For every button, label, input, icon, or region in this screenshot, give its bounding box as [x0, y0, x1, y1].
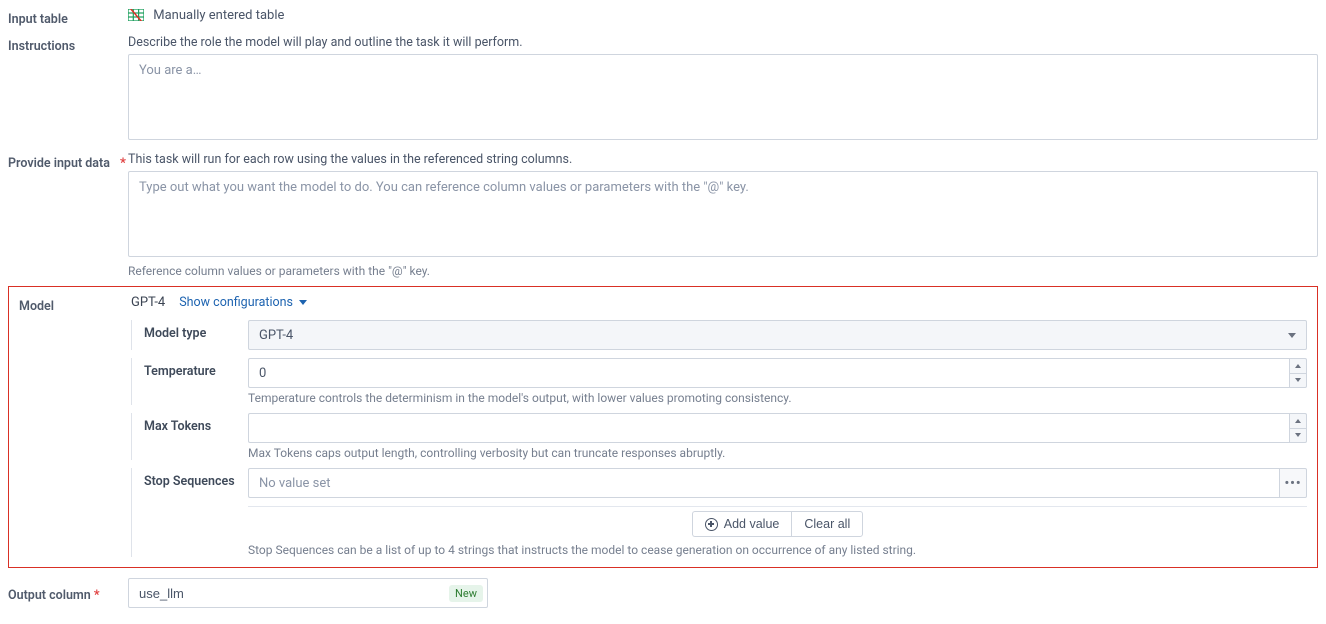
label-model-type: Model type	[144, 320, 248, 341]
config-row-model-type: Model type GPT-4	[131, 320, 1307, 350]
show-configurations-link[interactable]: Show configurations	[179, 295, 307, 310]
model-name: GPT-4	[131, 295, 165, 310]
stop-sequences-input[interactable]: No value set	[248, 468, 1279, 498]
stop-seq-actions: Add value Clear all	[692, 511, 863, 537]
chevron-up-icon	[1295, 364, 1301, 368]
required-mark: *	[94, 588, 100, 603]
row-input-data: Provide input data * This task will run …	[8, 152, 1318, 278]
config-row-stop-sequences: Stop Sequences No value set •••	[131, 468, 1307, 557]
temperature-input[interactable]: 0	[248, 358, 1289, 388]
add-value-button[interactable]: Add value	[692, 511, 792, 537]
ellipsis-icon: •••	[1284, 476, 1301, 491]
max-tokens-step-down[interactable]	[1289, 428, 1307, 444]
label-output-column: Output column	[8, 588, 91, 603]
chevron-down-icon	[1295, 378, 1301, 382]
output-column-input[interactable]	[139, 586, 449, 601]
clear-all-button[interactable]: Clear all	[791, 511, 863, 537]
row-output-column: Output column * New	[8, 578, 1318, 608]
label-stop-sequences: Stop Sequences	[144, 468, 248, 489]
required-mark: *	[120, 156, 126, 171]
show-config-label: Show configurations	[179, 295, 293, 310]
model-type-select[interactable]: GPT-4	[248, 320, 1307, 350]
output-column-field[interactable]: New	[128, 578, 488, 608]
input-table-value-wrap: Manually entered table	[128, 8, 1318, 25]
instructions-description: Describe the role the model will play an…	[128, 35, 1318, 50]
max-tokens-step-up[interactable]	[1289, 413, 1307, 428]
label-max-tokens: Max Tokens	[144, 413, 248, 434]
input-table-value: Manually entered table	[153, 8, 284, 23]
chevron-up-icon	[1295, 419, 1301, 423]
temperature-helper: Temperature controls the determinism in …	[248, 391, 1307, 405]
input-data-description: This task will run for each row using th…	[128, 152, 1318, 167]
config-row-temperature: Temperature 0 Temperature controls the d…	[131, 358, 1307, 405]
row-instructions: Instructions Describe the role the model…	[8, 35, 1318, 144]
row-input-table: Input table Manually entered table	[8, 8, 1318, 27]
instructions-textarea[interactable]	[128, 54, 1318, 140]
stop-sequences-helper: Stop Sequences can be a list of up to 4 …	[248, 543, 1307, 557]
config-row-max-tokens: Max Tokens Max Tokens caps output length…	[131, 413, 1307, 460]
label-temperature: Temperature	[144, 358, 248, 379]
model-section: Model GPT-4 Show configurations Model ty…	[8, 286, 1318, 568]
label-instructions: Instructions	[8, 35, 120, 54]
label-input-data: Provide input data	[8, 152, 120, 171]
caret-down-icon	[299, 300, 307, 305]
max-tokens-helper: Max Tokens caps output length, controlli…	[248, 446, 1307, 460]
stop-sequences-more-button[interactable]: •••	[1279, 468, 1307, 498]
chevron-down-icon	[1295, 433, 1301, 437]
label-model: Model	[19, 295, 123, 314]
temperature-step-down[interactable]	[1289, 373, 1307, 389]
temperature-step-up[interactable]	[1289, 358, 1307, 373]
input-data-textarea[interactable]	[128, 171, 1318, 257]
plus-circle-icon	[705, 518, 718, 531]
new-badge: New	[449, 585, 483, 602]
input-data-helper: Reference column values or parameters wi…	[128, 264, 1318, 278]
table-icon	[128, 9, 144, 25]
chevron-down-icon	[1288, 333, 1296, 338]
max-tokens-input[interactable]	[248, 413, 1289, 443]
label-input-table: Input table	[8, 8, 120, 27]
model-type-value: GPT-4	[259, 328, 293, 343]
